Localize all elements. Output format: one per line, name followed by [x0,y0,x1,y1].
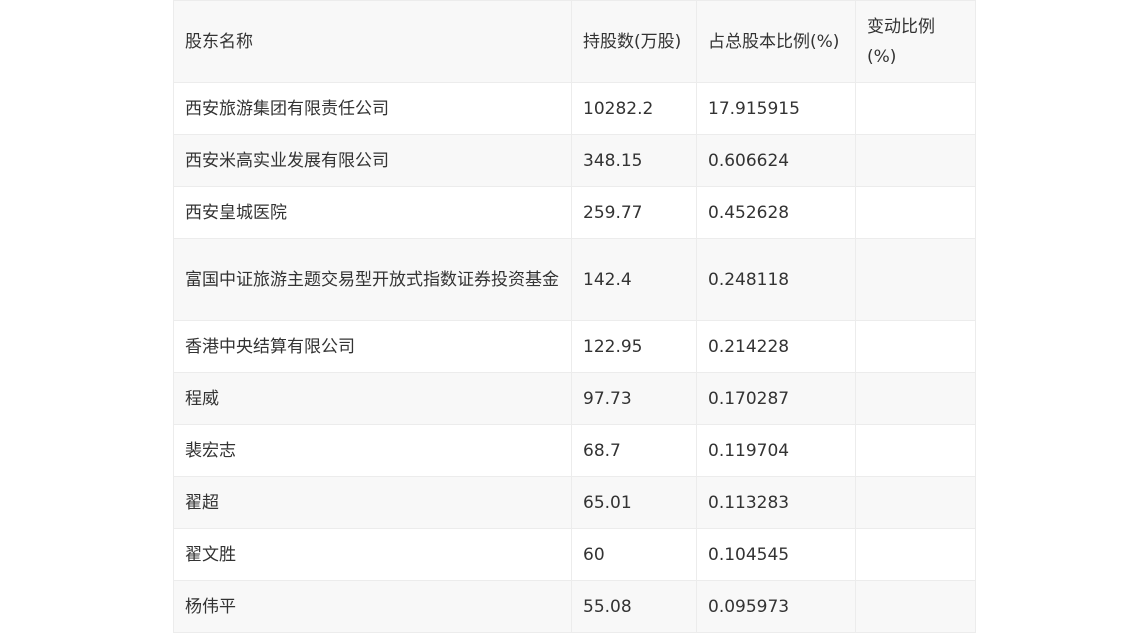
cell-name: 富国中证旅游主题交易型开放式指数证券投资基金 [173,238,572,321]
table-row: 西安旅游集团有限责任公司 10282.2 17.915915 [173,82,976,135]
cell-change [855,580,976,633]
cell-shares: 68.7 [571,424,697,477]
cell-name: 翟超 [173,476,572,529]
table-row: 程威 97.73 0.170287 [173,372,976,425]
cell-ratio: 0.119704 [696,424,856,477]
cell-name: 程威 [173,372,572,425]
cell-change [855,186,976,239]
cell-name: 杨伟平 [173,580,572,633]
cell-ratio: 0.095973 [696,580,856,633]
cell-change [855,134,976,187]
cell-change [855,528,976,581]
cell-shares: 348.15 [571,134,697,187]
table-header-row: 股东名称 持股数(万股) 占总股本比例(%) 变动比例(%) [173,0,976,83]
header-shareholder-name: 股东名称 [173,0,572,83]
cell-shares: 142.4 [571,238,697,321]
cell-ratio: 0.113283 [696,476,856,529]
cell-ratio: 0.170287 [696,372,856,425]
cell-name: 西安旅游集团有限责任公司 [173,82,572,135]
cell-shares: 55.08 [571,580,697,633]
cell-change [855,476,976,529]
cell-name: 香港中央结算有限公司 [173,320,572,373]
cell-shares: 122.95 [571,320,697,373]
cell-ratio: 0.606624 [696,134,856,187]
cell-ratio: 0.452628 [696,186,856,239]
table-row: 西安皇城医院 259.77 0.452628 [173,186,976,239]
shareholder-table: 股东名称 持股数(万股) 占总股本比例(%) 变动比例(%) 西安旅游集团有限责… [173,0,976,633]
table-row: 翟文胜 60 0.104545 [173,528,976,581]
header-change-ratio: 变动比例(%) [855,0,976,83]
header-share-ratio: 占总股本比例(%) [696,0,856,83]
cell-change [855,320,976,373]
header-shares-held: 持股数(万股) [571,0,697,83]
cell-shares: 97.73 [571,372,697,425]
cell-ratio: 17.915915 [696,82,856,135]
cell-name: 西安皇城医院 [173,186,572,239]
table-row: 翟超 65.01 0.113283 [173,476,976,529]
cell-change [855,238,976,321]
table-row: 富国中证旅游主题交易型开放式指数证券投资基金 142.4 0.248118 [173,238,976,321]
table-row: 杨伟平 55.08 0.095973 [173,580,976,633]
cell-ratio: 0.214228 [696,320,856,373]
cell-name: 翟文胜 [173,528,572,581]
table-row: 西安米高实业发展有限公司 348.15 0.606624 [173,134,976,187]
shareholder-table-container: 股东名称 持股数(万股) 占总股本比例(%) 变动比例(%) 西安旅游集团有限责… [173,0,976,633]
cell-change [855,372,976,425]
cell-change [855,82,976,135]
cell-shares: 60 [571,528,697,581]
table-row: 香港中央结算有限公司 122.95 0.214228 [173,320,976,373]
cell-shares: 65.01 [571,476,697,529]
cell-change [855,424,976,477]
cell-name: 裴宏志 [173,424,572,477]
cell-shares: 10282.2 [571,82,697,135]
cell-ratio: 0.104545 [696,528,856,581]
cell-shares: 259.77 [571,186,697,239]
cell-ratio: 0.248118 [696,238,856,321]
table-row: 裴宏志 68.7 0.119704 [173,424,976,477]
cell-name: 西安米高实业发展有限公司 [173,134,572,187]
